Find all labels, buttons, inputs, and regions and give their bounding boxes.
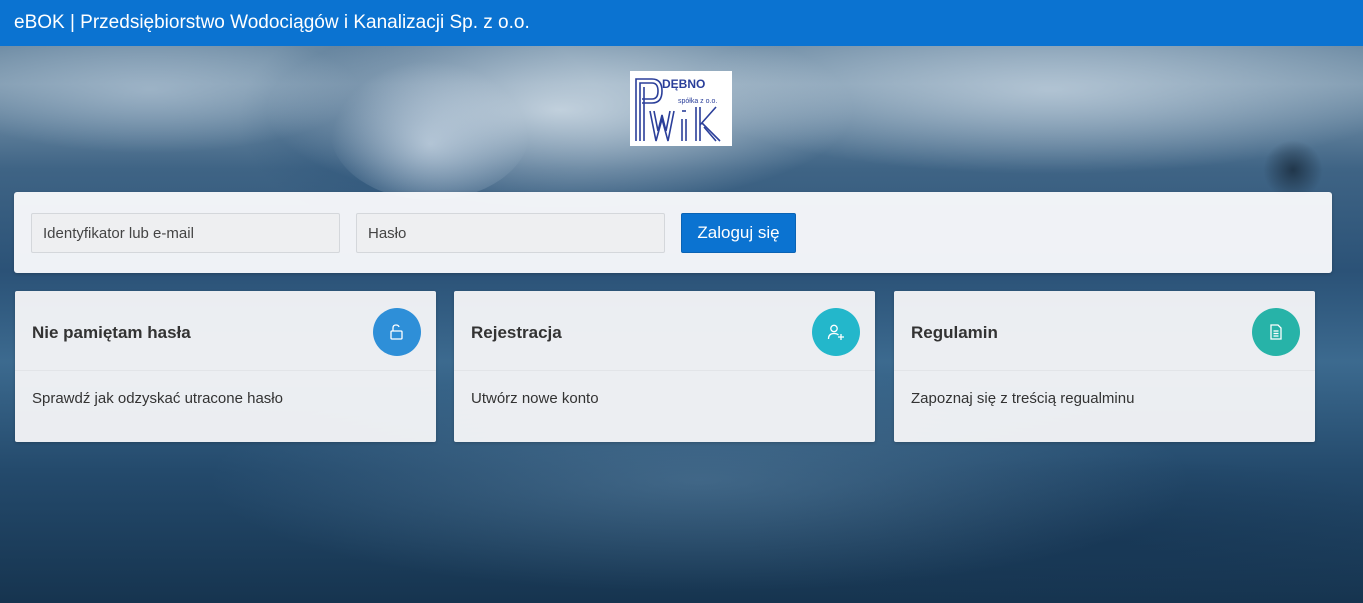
app-title[interactable]: eBOK | Przedsiębiorstwo Wodociągów i Kan…	[14, 12, 530, 34]
unlock-icon	[373, 308, 421, 356]
tree-silhouette	[1263, 140, 1323, 200]
card-description: Zapoznaj się z treścią regualminu	[911, 390, 1135, 407]
logo-sub-text: spółka z o.o.	[678, 98, 717, 105]
card-title: Rejestracja	[471, 323, 562, 342]
card-divider	[454, 370, 875, 371]
login-form: Zaloguj się	[14, 192, 1332, 273]
company-logo: DĘBNO spółka z o.o.	[630, 71, 732, 146]
card-title: Nie pamiętam hasła	[32, 323, 191, 342]
password-input[interactable]	[356, 213, 665, 253]
wave-splash	[330, 60, 530, 200]
document-icon	[1252, 308, 1300, 356]
card-description: Sprawdź jak odzyskać utracone hasło	[32, 390, 283, 407]
add-user-icon	[812, 308, 860, 356]
identifier-input[interactable]	[31, 213, 340, 253]
card-divider	[894, 370, 1315, 371]
top-bar: eBOK | Przedsiębiorstwo Wodociągów i Kan…	[0, 0, 1363, 46]
registration-card[interactable]: Rejestracja Utwórz nowe konto	[454, 291, 875, 442]
card-title: Regulamin	[911, 323, 998, 342]
terms-card[interactable]: Regulamin Zapoznaj się z treścią regualm…	[894, 291, 1315, 442]
card-description: Utwórz nowe konto	[471, 390, 599, 407]
logo-graphic: DĘBNO spółka z o.o.	[635, 77, 721, 142]
card-divider	[15, 370, 436, 371]
login-button[interactable]: Zaloguj się	[681, 213, 796, 253]
logo-top-text: DĘBNO	[662, 77, 705, 91]
forgot-password-card[interactable]: Nie pamiętam hasła Sprawdź jak odzyskać …	[15, 291, 436, 442]
